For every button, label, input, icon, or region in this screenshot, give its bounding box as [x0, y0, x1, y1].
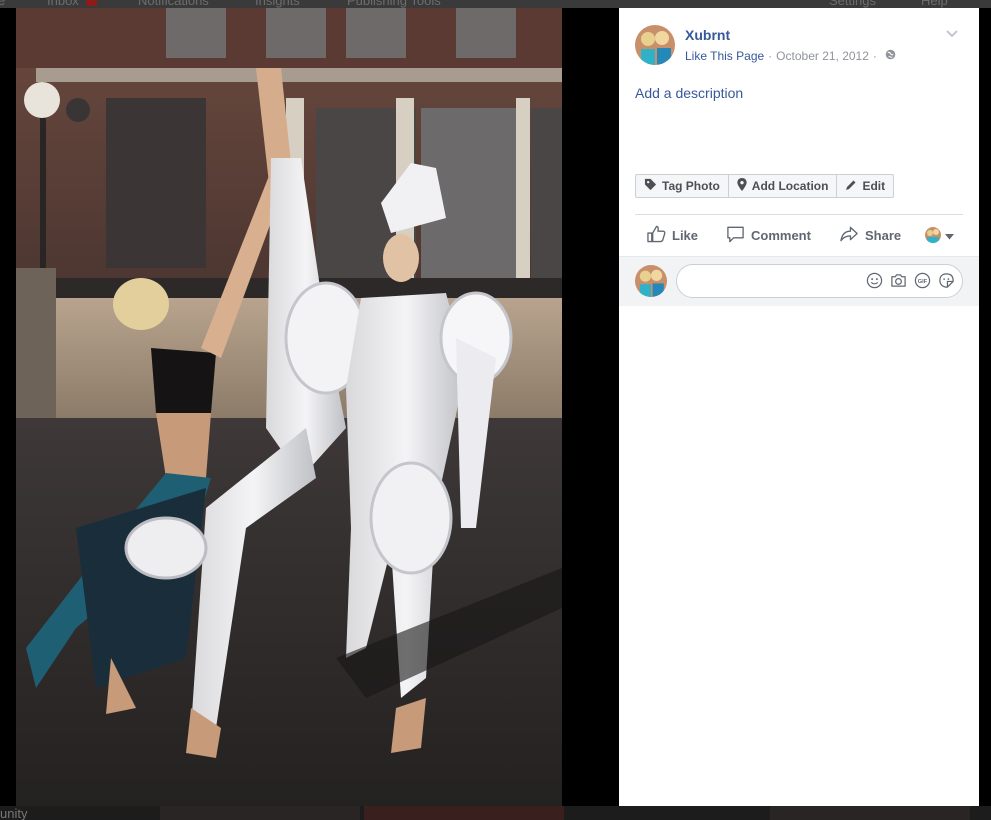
meta-separator: · [872, 49, 877, 63]
tag-icon [644, 178, 662, 194]
camera-icon[interactable] [890, 272, 907, 289]
comment-input-icons: GIF [866, 272, 955, 289]
background-nav-help: Help [921, 0, 948, 8]
emoji-icon[interactable] [866, 272, 883, 289]
background-nav-notifications: Notifications [138, 0, 209, 8]
pencil-icon [845, 179, 862, 194]
background-notification-badge [86, 0, 97, 6]
background-thumbnail [770, 806, 970, 820]
audience-dropdown-icon [945, 228, 960, 243]
commenter-avatar[interactable] [635, 265, 667, 297]
background-thumbnail [364, 806, 564, 820]
add-location-button[interactable]: Add Location [729, 175, 838, 197]
comment-composer: GIF [619, 256, 979, 306]
background-nav-publishing-tools: Publishing Tools [347, 0, 441, 8]
photo-stage[interactable] [0, 8, 619, 806]
background-nav-item: e [0, 0, 6, 8]
page-avatar[interactable] [635, 25, 675, 65]
thumbs-up-icon [647, 225, 672, 246]
avatar-image [635, 25, 675, 65]
location-pin-icon [737, 178, 752, 194]
page-name-link[interactable]: Xubrnt [685, 27, 730, 43]
tag-photo-label: Tag Photo [662, 179, 720, 193]
share-icon [840, 225, 865, 246]
background-thumbnail [160, 806, 360, 820]
edit-button[interactable]: Edit [837, 175, 893, 197]
background-bottom-strip: unity [0, 806, 991, 820]
background-nav-settings: Settings [829, 0, 876, 8]
like-button[interactable]: Like [647, 220, 698, 250]
photo-tools-bar: Tag Photo Add Location Edit [635, 174, 895, 198]
add-description-link[interactable]: Add a description [635, 85, 743, 101]
background-nav-insights: Insights [255, 0, 300, 8]
background-nav-inbox: Inbox [47, 0, 79, 8]
globe-icon[interactable] [885, 49, 896, 63]
photo[interactable] [16, 8, 562, 806]
like-page-link[interactable]: Like This Page [685, 49, 764, 63]
gif-icon[interactable]: GIF [914, 272, 931, 289]
comment-button[interactable]: Comment [726, 220, 811, 250]
post-date[interactable]: October 21, 2012 [776, 49, 869, 63]
comment-icon [726, 225, 751, 246]
chevron-down-icon[interactable] [945, 26, 959, 40]
audience-selector[interactable] [925, 220, 960, 250]
post-meta: Like This Page · October 21, 2012 · [685, 49, 896, 63]
actions-divider [635, 214, 963, 215]
add-location-label: Add Location [751, 179, 829, 193]
tag-photo-button[interactable]: Tag Photo [636, 175, 729, 197]
svg-text:GIF: GIF [918, 279, 928, 285]
photo-side-panel: Xubrnt Like This Page · October 21, 2012… [619, 8, 979, 806]
comment-label: Comment [751, 227, 811, 243]
sticker-icon[interactable] [938, 272, 955, 289]
background-text: unity [0, 806, 28, 820]
background-topbar: e Inbox Notifications Insights Publishin… [0, 0, 991, 8]
share-label: Share [865, 227, 902, 243]
share-button[interactable]: Share [840, 220, 901, 250]
like-label: Like [672, 227, 699, 243]
meta-separator: · [768, 49, 773, 63]
photo-image [16, 8, 562, 806]
audience-avatar [925, 227, 941, 243]
edit-label: Edit [862, 179, 886, 193]
post-actions: Like Comment Share [635, 220, 963, 250]
